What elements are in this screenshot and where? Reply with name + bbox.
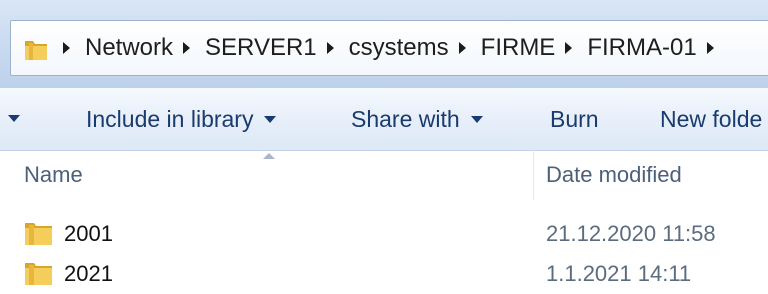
sort-ascending-icon [263,153,275,159]
breadcrumb-chevron-icon[interactable] [565,42,573,54]
include-in-library-button[interactable]: Include in library [86,88,277,150]
file-date-modified: 1.1.2021 14:11 [546,261,692,286]
breadcrumb-chevron-icon[interactable] [183,42,191,54]
breadcrumb-chevron-icon[interactable] [326,42,334,54]
breadcrumb-item-network[interactable]: Network [83,34,175,62]
burn-button[interactable]: Burn [550,88,599,150]
new-folder-label: New folde [660,105,763,132]
file-name: 2021 [64,261,113,286]
breadcrumb-item-firme[interactable]: FIRME [479,34,558,62]
share-with-label: Share with [351,105,460,132]
address-bar-band: Network SERVER1 csystems FIRME FIRMA-01 [0,0,768,88]
column-header-date-label: Date modified [546,162,682,187]
column-header-name[interactable]: Name [24,150,83,200]
breadcrumb-item-firma-01[interactable]: FIRMA-01 [585,34,698,62]
folder-icon [25,223,52,245]
command-bar: Include in library Share with Burn New f… [0,88,768,151]
address-bar[interactable]: Network SERVER1 csystems FIRME FIRMA-01 [10,20,768,76]
burn-label: Burn [550,105,599,132]
breadcrumb: Network SERVER1 csystems FIRME FIRMA-01 [63,21,727,75]
breadcrumb-chevron-icon[interactable] [63,42,70,54]
folder-icon [25,41,47,60]
column-header-name-label: Name [24,162,83,187]
column-header-date-modified[interactable]: Date modified [546,150,682,200]
file-row[interactable]: 2021 1.1.2021 14:11 [0,254,768,294]
breadcrumb-chevron-icon[interactable] [706,42,714,54]
column-divider[interactable] [533,150,534,200]
share-with-button[interactable]: Share with [351,88,483,150]
new-folder-button[interactable]: New folde [660,88,762,150]
folder-icon [25,263,52,285]
breadcrumb-chevron-icon[interactable] [458,42,466,54]
organize-dropdown-caret-icon[interactable] [8,115,20,122]
include-in-library-label: Include in library [86,105,254,132]
file-date-modified: 21.12.2020 11:58 [546,221,716,246]
chevron-down-icon [470,115,483,123]
breadcrumb-item-server1[interactable]: SERVER1 [203,34,319,62]
file-name: 2001 [64,221,113,246]
breadcrumb-item-csystems[interactable]: csystems [347,34,451,62]
chevron-down-icon [264,115,277,123]
file-row[interactable]: 2001 21.12.2020 11:58 [0,214,768,254]
